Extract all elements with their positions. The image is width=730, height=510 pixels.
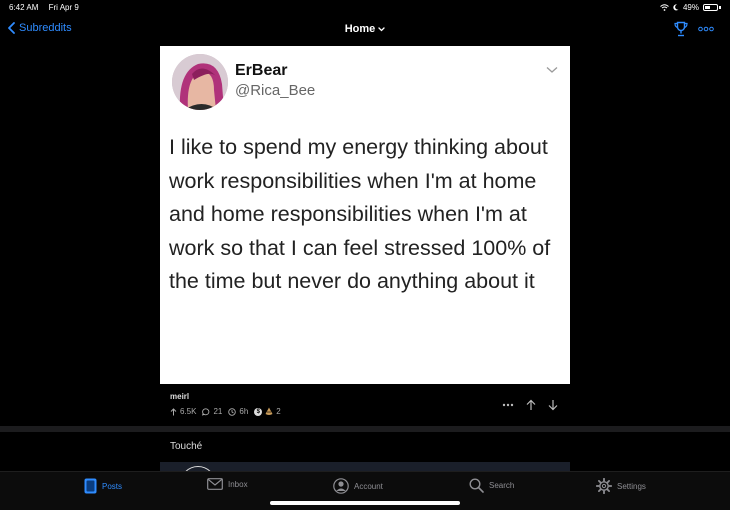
- award-icon: [265, 407, 273, 415]
- next-post-title[interactable]: Touché: [170, 441, 202, 452]
- tweet-author-name: ErBear: [235, 62, 288, 79]
- account-icon: [333, 478, 349, 494]
- status-bar: 6:42 AM Fri Apr 9 49%: [0, 0, 730, 14]
- silver-award-icon: $: [254, 407, 263, 416]
- tab-label-settings: Settings: [617, 481, 646, 491]
- moon-icon: [673, 4, 679, 11]
- tweet-text: I like to spend my energy thinking about…: [169, 135, 551, 293]
- status-date: Fri Apr 9: [48, 3, 79, 12]
- chevron-down-icon: [546, 67, 558, 73]
- avatar: [172, 54, 228, 110]
- post-divider: [0, 426, 730, 432]
- battery-cap: [719, 6, 721, 9]
- more-icon[interactable]: [698, 26, 714, 32]
- post-age: 6h: [239, 407, 249, 416]
- tab-search[interactable]: Search: [469, 478, 514, 493]
- comment-icon: [202, 407, 210, 416]
- feed-title: Home: [344, 23, 376, 35]
- post-stats: 6.5K 21 6h $ 2: [170, 407, 281, 416]
- tab-label-inbox: Inbox: [228, 479, 248, 489]
- tab-label-search: Search: [489, 481, 515, 490]
- downvote-button[interactable]: [548, 399, 558, 411]
- tab-inbox[interactable]: Inbox: [207, 478, 248, 490]
- wifi-icon: [660, 4, 669, 11]
- post-image[interactable]: ErBear @Rica_Bee I like to spend my ener…: [160, 46, 570, 384]
- arrow-up-icon: [170, 407, 177, 415]
- inbox-icon: [207, 478, 223, 490]
- tab-settings[interactable]: Settings: [596, 478, 646, 494]
- chevron-down-icon: [378, 27, 385, 32]
- search-icon: [469, 478, 484, 493]
- tab-label-posts: Posts: [102, 481, 123, 491]
- post-more-icon[interactable]: [502, 403, 514, 407]
- tab-posts[interactable]: Posts: [84, 478, 122, 494]
- battery-icon: [703, 4, 718, 11]
- battery-percent: 49%: [682, 3, 699, 12]
- nav-bar: Subreddits Home: [0, 14, 730, 46]
- post-meta: meirl 6.5K 21 6h $ 2: [170, 392, 570, 422]
- page-title[interactable]: Home: [0, 23, 730, 35]
- battery-level: [705, 6, 710, 9]
- home-indicator[interactable]: [270, 501, 460, 505]
- upvote-count: 6.5K: [180, 407, 197, 416]
- tweet-author-handle: @Rica_Bee: [235, 82, 316, 99]
- comment-count: 21: [213, 407, 223, 416]
- tab-account[interactable]: Account: [333, 478, 383, 494]
- posts-icon: [84, 478, 97, 494]
- settings-icon: [596, 478, 612, 494]
- clock-icon: [228, 407, 237, 416]
- status-time: 6:42 AM: [9, 3, 39, 12]
- upvote-button[interactable]: [526, 399, 536, 411]
- tab-label-account: Account: [354, 481, 383, 491]
- trophy-icon[interactable]: [674, 21, 688, 37]
- award-count: 2: [276, 407, 281, 416]
